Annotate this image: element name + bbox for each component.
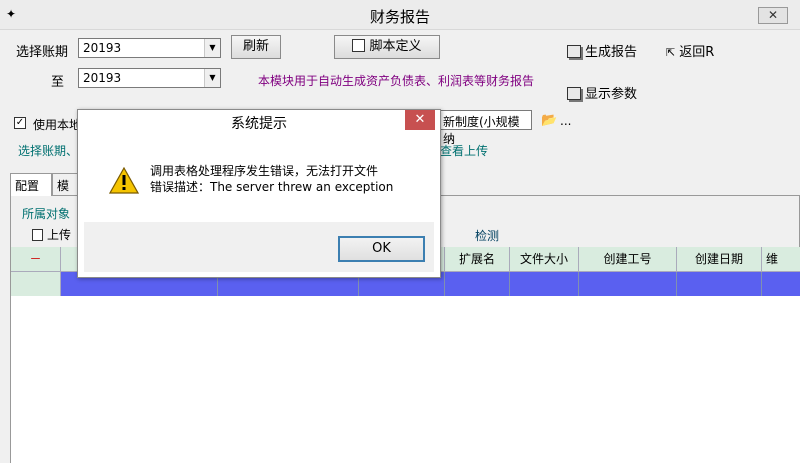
browse-button[interactable]: ... <box>560 114 571 128</box>
return-button[interactable]: ⇱ 返回R <box>666 41 714 60</box>
grid-header-select[interactable]: － <box>11 247 61 272</box>
upload-button[interactable]: 上传 <box>32 226 71 243</box>
file-grid: － 扩展名 文件大小 创建工号 创建日期 维 <box>11 247 800 463</box>
row-header[interactable] <box>11 272 61 296</box>
owner-label: 所属对象 <box>22 207 71 221</box>
window-title: 财务报告 <box>369 8 430 26</box>
grid-header-extension[interactable]: 扩展名 <box>445 247 510 272</box>
detect-button[interactable]: 检测 <box>475 227 499 244</box>
document-icon <box>352 39 366 52</box>
grid-header-create-date[interactable]: 创建日期 <box>677 247 762 272</box>
show-params-label: 显示参数 <box>585 87 638 102</box>
grid-divider <box>509 272 510 296</box>
ok-button[interactable]: OK <box>338 236 425 262</box>
chevron-down-icon[interactable]: ▼ <box>204 69 220 87</box>
grid-divider <box>444 272 445 296</box>
module-info-text: 本模块用于自动生成资产负债表、利润表等财务报告 <box>258 74 535 88</box>
show-params-button[interactable]: 显示参数 <box>567 83 637 102</box>
dialog-message-line1: 调用表格处理程序发生错误，无法打开文件 <box>150 164 379 178</box>
grid-divider <box>676 272 677 296</box>
view-upload-hint[interactable]: 查看上传 <box>440 142 488 159</box>
title-bar: ✦ 财务报告 ✕ <box>0 0 800 30</box>
grid-divider <box>761 272 762 296</box>
period-to-value: 20193 <box>83 71 122 85</box>
generate-report-button[interactable]: 生成报告 <box>567 41 637 60</box>
dialog-body: 调用表格处理程序发生错误，无法打开文件 错误描述：The server thre… <box>84 139 434 222</box>
script-definition-label: 脚本定义 <box>369 39 422 54</box>
use-local-label: 使用本地 <box>33 118 82 132</box>
refresh-button[interactable]: 刷新 <box>231 35 281 59</box>
use-local-checkbox[interactable]: ✓ <box>14 117 26 129</box>
grid-header-file-size[interactable]: 文件大小 <box>510 247 579 272</box>
dialog-title: 系统提示 <box>78 110 440 138</box>
select-period-hint: 选择账期、 <box>18 144 79 158</box>
template-combo[interactable]: 新制度(小规模纳 <box>440 110 532 146</box>
generate-report-label: 生成报告 <box>585 45 638 60</box>
dialog-message-line2: 错误描述：The server threw an exception <box>150 180 394 194</box>
period-to-combo[interactable]: 20193 ▼ <box>78 68 221 88</box>
period-label: 选择账期 <box>16 45 69 60</box>
period-from-value: 20193 <box>83 41 122 55</box>
window-close-button[interactable]: ✕ <box>758 7 788 24</box>
grid-divider <box>578 272 579 296</box>
return-icon: ⇱ <box>666 46 676 59</box>
system-alert-dialog: 系统提示 ✕ 调用表格处理程序发生错误，无法打开文件 错误描述：The serv… <box>77 109 441 278</box>
script-definition-button[interactable]: 脚本定义 <box>334 35 440 59</box>
period-from-combo[interactable]: 20193 ▼ <box>78 38 221 58</box>
grid-header[interactable]: 维 <box>762 247 800 272</box>
grid-header-creator-id[interactable]: 创建工号 <box>579 247 677 272</box>
dialog-message: 调用表格处理程序发生错误，无法打开文件 错误描述：The server thre… <box>150 163 393 195</box>
return-label: 返回R <box>679 45 715 60</box>
tab-config[interactable]: 配置 <box>10 173 52 196</box>
folder-icon[interactable]: 📂 <box>541 113 557 128</box>
chevron-down-icon[interactable]: ▼ <box>204 39 220 57</box>
copy-icon <box>567 87 581 100</box>
upload-icon <box>32 229 43 241</box>
dialog-close-button[interactable]: ✕ <box>405 110 435 130</box>
upload-label: 上传 <box>47 228 72 242</box>
copy-icon <box>567 45 581 58</box>
warning-icon <box>109 167 139 194</box>
dialog-footer: OK <box>84 222 434 272</box>
to-label: 至 <box>51 75 65 90</box>
